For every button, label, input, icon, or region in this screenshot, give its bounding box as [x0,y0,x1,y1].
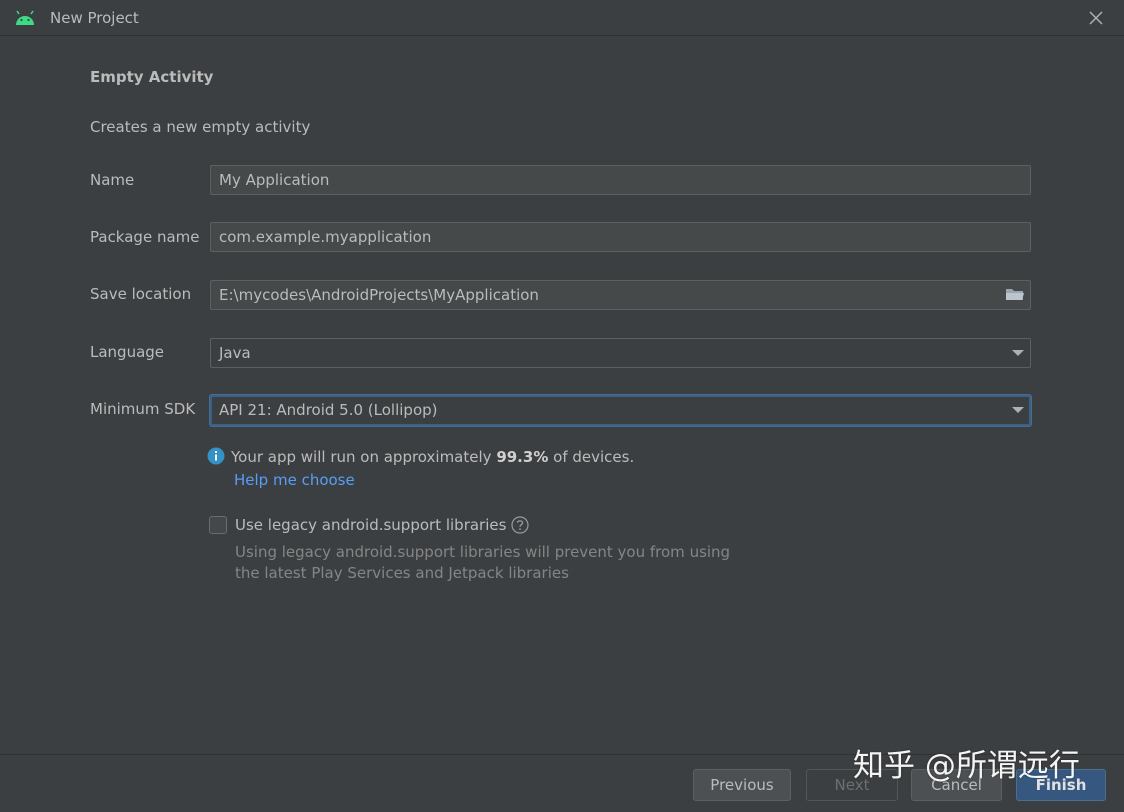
chevron-down-icon [1012,407,1024,413]
folder-icon[interactable] [1005,286,1025,302]
name-label: Name [90,171,135,189]
template-description: Creates a new empty activity [90,118,311,136]
save-location-input[interactable] [210,280,1031,310]
title-bar: New Project [0,0,1124,36]
template-heading: Empty Activity [90,68,214,86]
name-input[interactable] [210,165,1031,195]
window-title: New Project [50,9,139,27]
next-button[interactable]: Next [806,769,898,801]
device-coverage-text: Your app will run on approximately 99.3%… [231,448,634,466]
footer-bar: Previous Next Cancel Finish [0,754,1124,812]
cancel-button[interactable]: Cancel [911,769,1002,801]
language-dropdown[interactable]: Java [210,338,1031,368]
legacy-description-line2: the latest Play Services and Jetpack lib… [235,564,569,582]
close-icon[interactable] [1086,8,1106,28]
package-name-input[interactable] [210,222,1031,252]
minimum-sdk-dropdown[interactable]: API 21: Android 5.0 (Lollipop) [210,395,1031,426]
coverage-percent: 99.3% [496,448,549,466]
help-me-choose-link[interactable]: Help me choose [234,471,355,489]
coverage-prefix: Your app will run on approximately [231,448,492,466]
legacy-description-line1: Using legacy android.support libraries w… [235,543,731,561]
info-icon [207,447,225,465]
coverage-suffix: of devices. [553,448,635,466]
package-name-label: Package name [90,228,200,246]
minimum-sdk-value: API 21: Android 5.0 (Lollipop) [219,401,438,419]
chevron-down-icon [1012,350,1024,356]
previous-button[interactable]: Previous [693,769,791,801]
minimum-sdk-label: Minimum SDK [90,400,196,418]
legacy-support-checkbox[interactable] [209,516,227,534]
language-value: Java [219,344,251,362]
save-location-field [210,280,1031,310]
finish-button[interactable]: Finish [1016,769,1106,801]
legacy-support-label[interactable]: Use legacy android.support libraries [235,516,506,534]
save-location-label: Save location [90,285,192,303]
android-icon [16,10,34,25]
question-mark-icon[interactable] [510,515,530,535]
language-label: Language [90,343,165,361]
